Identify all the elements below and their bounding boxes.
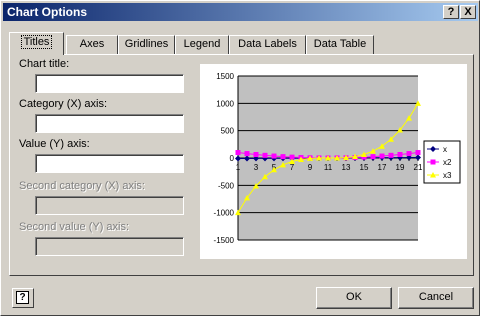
data-point [262, 152, 268, 158]
legend-label: x2 [443, 158, 452, 167]
data-point [235, 150, 241, 156]
chart-title-input[interactable] [35, 74, 184, 93]
close-button[interactable]: X [460, 5, 476, 19]
second-category-x-axis-label: Second category (X) axis: [19, 180, 145, 192]
y-tick-label: 1000 [216, 99, 234, 108]
value-y-axis-input[interactable] [35, 154, 184, 173]
x-tick-label: 7 [290, 163, 295, 172]
x-tick-label: 9 [308, 163, 313, 172]
data-point [280, 154, 286, 160]
window-title: Chart Options [7, 5, 87, 19]
x-tick-label: 15 [360, 163, 369, 172]
data-point [271, 153, 277, 159]
tab-titles[interactable]: Titles [9, 32, 64, 55]
y-tick-label: -500 [218, 181, 235, 190]
data-point [244, 151, 250, 157]
x-tick-label: 19 [396, 163, 405, 172]
help-button[interactable]: ? [12, 288, 34, 308]
data-point [253, 152, 259, 158]
x-tick-label: 11 [324, 163, 333, 172]
category-x-axis-input[interactable] [35, 114, 184, 133]
data-point [430, 159, 436, 165]
data-point [415, 150, 421, 156]
tab-legend[interactable]: Legend [175, 35, 229, 54]
data-point [406, 151, 412, 157]
y-tick-label: 0 [230, 154, 235, 163]
second-category-x-axis-input [35, 196, 184, 215]
tab-data-labels[interactable]: Data Labels [229, 35, 306, 54]
data-point [370, 154, 376, 160]
second-value-y-axis-input [35, 237, 184, 256]
y-tick-label: 1500 [216, 72, 234, 81]
chart-options-dialog: Chart Options ? X Titles Axes Gridlines … [0, 0, 480, 316]
y-tick-label: -1000 [214, 209, 235, 218]
x-tick-label: 21 [414, 163, 423, 172]
help-icon: ? [16, 291, 29, 304]
x-tick-label: 3 [254, 163, 259, 172]
tab-data-table[interactable]: Data Table [306, 35, 374, 54]
cancel-button[interactable]: Cancel [398, 287, 474, 309]
titles-panel: Chart title: Category (X) axis: Value (Y… [9, 54, 474, 276]
tab-axes[interactable]: Axes [66, 35, 118, 54]
value-y-axis-label: Value (Y) axis: [19, 138, 90, 150]
second-value-y-axis-label: Second value (Y) axis: [19, 221, 130, 233]
y-tick-label: -1500 [214, 236, 235, 245]
chart-title-label: Chart title: [19, 58, 70, 70]
tab-gridlines[interactable]: Gridlines [118, 35, 175, 54]
data-point [379, 153, 385, 159]
y-tick-label: 500 [221, 127, 235, 136]
legend-label: x [443, 145, 447, 154]
chart-preview: 150010005000-500-1000-150013579111315171… [200, 64, 467, 259]
category-x-axis-label: Category (X) axis: [19, 98, 108, 110]
ok-button[interactable]: OK [316, 287, 392, 309]
x-tick-label: 17 [378, 163, 387, 172]
help-title-button[interactable]: ? [443, 5, 459, 19]
data-point [397, 152, 403, 158]
chart-preview-svg: 150010005000-500-1000-150013579111315171… [214, 72, 461, 245]
x-tick-label: 13 [342, 163, 351, 172]
x-tick-label: 1 [236, 163, 241, 172]
data-point [388, 152, 394, 158]
legend-label: x3 [443, 171, 452, 180]
title-bar: Chart Options ? X [3, 3, 478, 21]
